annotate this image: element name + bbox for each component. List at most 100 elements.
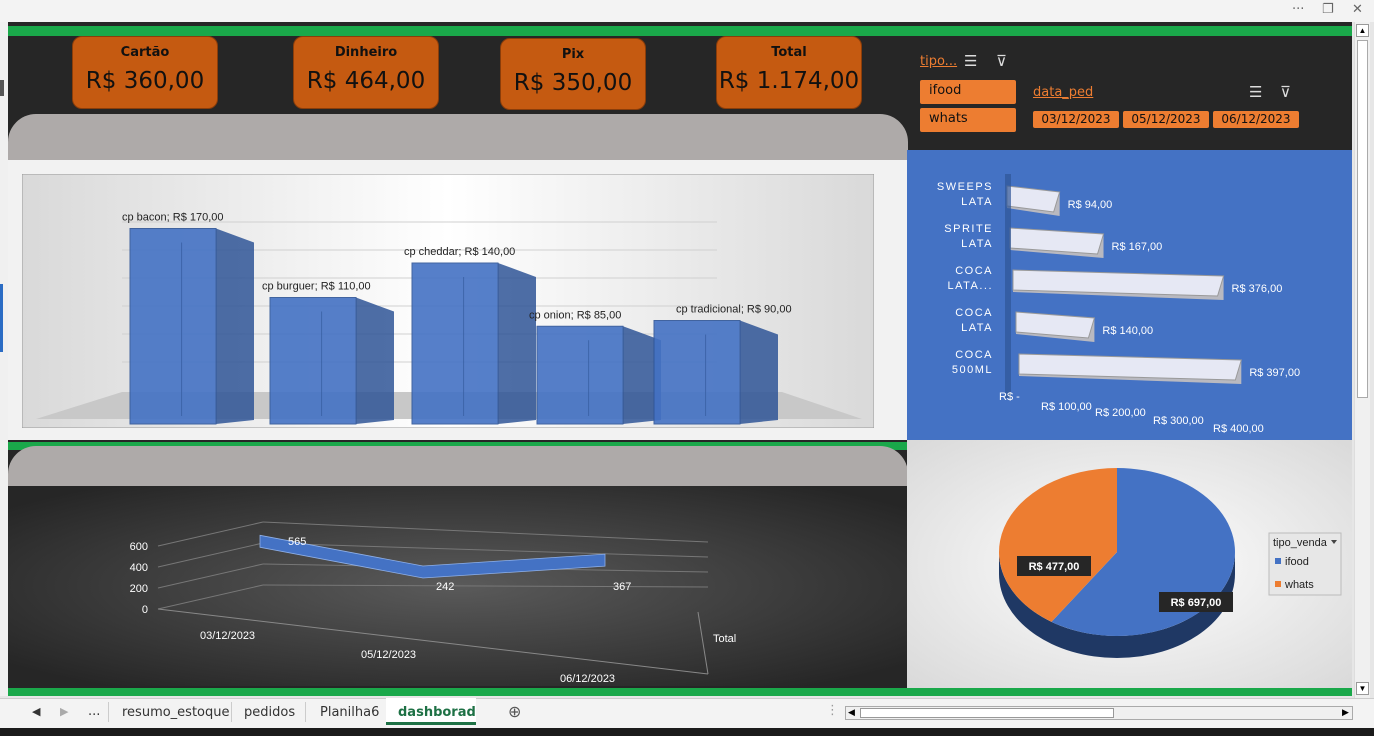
bar-side xyxy=(740,320,778,424)
gridline xyxy=(262,584,709,588)
card-value: R$ 1.174,00 xyxy=(718,68,860,94)
slicer-item-ifood[interactable]: ifood xyxy=(920,80,1016,104)
hbar-data-label: R$ 140,00 xyxy=(1102,325,1153,337)
bar-data-label: cp burguer; R$ 110,00 xyxy=(262,281,371,293)
bar-side xyxy=(216,228,254,424)
bar-side xyxy=(498,263,536,424)
gridline xyxy=(157,584,264,610)
bar xyxy=(536,325,624,425)
bar xyxy=(129,228,217,425)
product-bar-chart: cp bacon; R$ 170,00 cp burguer; R$ 110,00… xyxy=(22,174,874,428)
tab-planilha6[interactable]: Planilha6 xyxy=(320,705,379,720)
y-tick-label: 600 xyxy=(130,541,148,553)
x-tick-label: R$ 300,00 xyxy=(1153,415,1204,427)
category-label: LATA xyxy=(961,238,993,250)
card-dinheiro: Dinheiro R$ 464,00 xyxy=(293,36,439,109)
slicer-date-item[interactable]: 06/12/2023 xyxy=(1213,111,1299,128)
category-label: SWEEPS xyxy=(937,181,993,193)
left-gutter xyxy=(0,22,8,696)
tab-divider xyxy=(305,702,306,722)
scroll-thumb[interactable] xyxy=(1357,40,1368,398)
line-data-label: 565 xyxy=(288,536,306,548)
scroll-right-icon[interactable]: ▶ xyxy=(1342,707,1349,718)
gutter-marker xyxy=(0,80,4,96)
bar-data-label: cp bacon; R$ 170,00 xyxy=(122,212,224,224)
window-titlebar: ··· ❐ ✕ xyxy=(0,0,1374,22)
slicer-item-whats[interactable]: whats xyxy=(920,108,1016,132)
gridline xyxy=(262,521,709,543)
close-icon[interactable]: ✕ xyxy=(1352,2,1363,17)
gridline xyxy=(157,521,264,547)
category-label: SPRITE xyxy=(944,223,993,235)
tab-resumo-estoque[interactable]: resumo_estoque xyxy=(122,705,230,720)
card-label: Dinheiro xyxy=(334,45,398,60)
legend-swatch-whats xyxy=(1275,581,1281,587)
pie-data-label: R$ 477,00 xyxy=(1029,561,1080,573)
panel-header-top xyxy=(8,114,908,164)
green-header-bar xyxy=(8,26,1352,36)
multi-select-icon[interactable]: ☰ xyxy=(1249,83,1262,101)
scroll-left-icon[interactable]: ◀ xyxy=(848,707,855,718)
tab-prev-icon[interactable]: ◀ xyxy=(32,705,40,718)
green-footer-bar xyxy=(8,688,1352,696)
y-tick-label: 200 xyxy=(130,583,148,595)
sales-type-pie-chart: R$ 697,00 R$ 477,00 tipo_venda ifood what… xyxy=(999,468,1342,658)
category-label: LATA xyxy=(961,196,993,208)
pie-data-label: R$ 697,00 xyxy=(1171,597,1222,609)
tab-divider xyxy=(108,702,109,722)
x-tick-label: R$ 200,00 xyxy=(1095,407,1146,419)
tab-pedidos[interactable]: pedidos xyxy=(244,705,295,720)
splitter-handle-icon[interactable]: ⋮ xyxy=(826,703,839,718)
bar-data-label: cp cheddar; R$ 140,00 xyxy=(404,246,515,258)
bar-side xyxy=(356,297,394,424)
slicer-date-item[interactable]: 03/12/2023 xyxy=(1033,111,1119,128)
clear-filter-icon[interactable]: ⊽ xyxy=(1280,83,1291,101)
hbar-data-label: R$ 94,00 xyxy=(1068,199,1113,211)
x-tick-label: 05/12/2023 xyxy=(361,649,416,661)
slicer-date-item[interactable]: 05/12/2023 xyxy=(1123,111,1209,128)
gutter-selection xyxy=(0,284,3,352)
more-options-icon[interactable]: ··· xyxy=(1292,2,1304,17)
category-label: COCA xyxy=(955,265,993,277)
line-data-label: 242 xyxy=(436,581,454,593)
tab-divider xyxy=(231,702,232,722)
taskbar-strip xyxy=(0,728,1374,736)
hbar-data-label: R$ 376,00 xyxy=(1232,283,1283,295)
bar xyxy=(411,262,499,425)
card-label: Cartão xyxy=(120,45,170,60)
multi-select-icon[interactable]: ☰ xyxy=(964,52,977,70)
tab-dashborad[interactable]: dashborad xyxy=(398,705,476,720)
gridline xyxy=(157,563,264,589)
card-value: R$ 464,00 xyxy=(306,68,426,94)
card-value: R$ 350,00 xyxy=(513,70,633,96)
card-value: R$ 360,00 xyxy=(85,68,205,94)
gridline xyxy=(157,542,264,568)
scroll-up-icon[interactable]: ▲ xyxy=(1356,24,1369,37)
category-label: COCA xyxy=(955,349,993,361)
category-label: 500ML xyxy=(952,364,993,376)
dashboard-sheet: Cartão R$ 360,00 Dinheiro R$ 464,00 Pix … xyxy=(8,22,1352,696)
slicer-data-title: data_ped xyxy=(1033,85,1094,100)
x-tick-label: R$ 400,00 xyxy=(1213,423,1264,435)
drinks-bar-chart: SWEEPS LATA R$ 94,00 SPRITE LATA R$ 167,00 COC… xyxy=(937,174,1300,435)
vertical-scrollbar[interactable]: ▲ ▼ xyxy=(1354,22,1370,698)
category-label: COCA xyxy=(955,307,993,319)
add-sheet-icon[interactable]: ⊕ xyxy=(508,702,521,721)
depth-axis xyxy=(697,611,709,675)
card-total: Total R$ 1.174,00 xyxy=(716,36,862,109)
hbar-data-label: R$ 397,00 xyxy=(1249,367,1300,379)
hbar-data-label: R$ 167,00 xyxy=(1112,241,1163,253)
bar xyxy=(269,297,357,425)
line-data-label: 367 xyxy=(613,581,631,593)
orders-line-chart: 0 200 400 600 03/12/2023 05/12/2023 06/12/2023… xyxy=(130,521,736,685)
bar-data-label: cp onion; R$ 85,00 xyxy=(529,309,621,321)
horizontal-scrollbar[interactable]: ◀ ▶ xyxy=(845,706,1353,720)
tab-more[interactable]: ... xyxy=(88,704,100,719)
h-scroll-thumb[interactable] xyxy=(860,708,1114,718)
clear-filter-icon[interactable]: ⊽ xyxy=(996,52,1007,70)
x-tick-label: 03/12/2023 xyxy=(200,630,255,642)
tab-next-icon[interactable]: ▶ xyxy=(60,705,68,718)
bar-data-label: cp tradicional; R$ 90,00 xyxy=(676,304,792,316)
scroll-down-icon[interactable]: ▼ xyxy=(1356,682,1369,695)
restore-icon[interactable]: ❐ xyxy=(1322,2,1334,17)
